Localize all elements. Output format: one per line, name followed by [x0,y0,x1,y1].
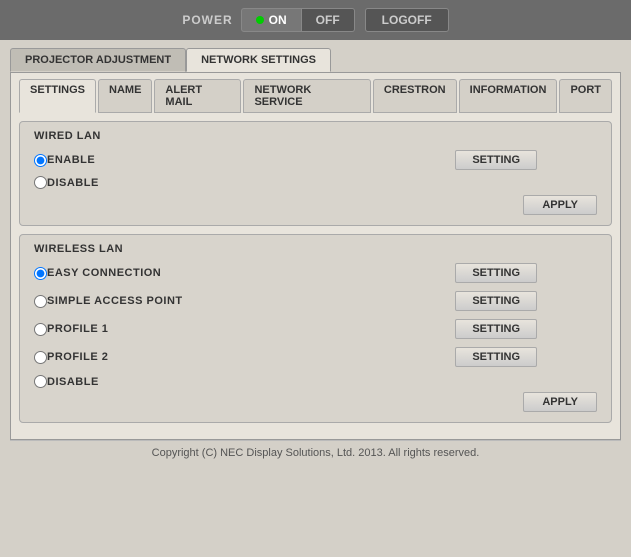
wired-enable-label: ENABLE [47,154,95,166]
wireless-profile2-label: PROFILE 2 [47,351,108,363]
wired-setting-btn-wrap: SETTING [455,150,537,170]
tab-settings[interactable]: SETTINGS [19,79,96,113]
wireless-profile2-setting-wrap: SETTING [455,347,537,367]
main-content: PROJECTOR ADJUSTMENT NETWORK SETTINGS SE… [0,40,631,471]
wireless-lan-title: WIRELESS LAN [34,243,597,255]
wireless-simple-setting-wrap: SETTING [455,291,537,311]
wireless-lan-section: WIRELESS LAN EASY CONNECTION SETTING SIM… [19,234,612,423]
footer-text: Copyright (C) NEC Display Solutions, Ltd… [152,447,480,459]
wireless-easy-row: EASY CONNECTION SETTING [34,263,597,283]
wireless-easy-setting-wrap: SETTING [455,263,537,283]
tab-name[interactable]: NAME [98,79,152,113]
wired-lan-title: WIRED LAN [34,130,597,142]
tab-container: SETTINGS NAME ALERT MAIL NETWORK SERVICE… [10,72,621,440]
wired-enable-radio[interactable] [34,154,47,167]
wireless-simple-label: SIMPLE ACCESS POINT [47,295,183,307]
wired-setting-button[interactable]: SETTING [455,150,537,170]
wired-enable-row: ENABLE SETTING [34,150,597,170]
wireless-easy-label: EASY CONNECTION [47,267,161,279]
wireless-profile2-radio[interactable] [34,351,47,364]
wireless-disable-radio[interactable] [34,375,47,388]
tab-alert-mail[interactable]: ALERT MAIL [154,79,241,113]
wireless-easy-radio[interactable] [34,267,47,280]
wireless-simple-row: SIMPLE ACCESS POINT SETTING [34,291,597,311]
wired-disable-row: DISABLE [34,176,597,189]
power-on-label: ON [269,13,287,27]
power-off-label: OFF [316,13,340,27]
wireless-profile1-label: PROFILE 1 [47,323,108,335]
wired-apply-row: APPLY [34,195,597,215]
wireless-simple-radio[interactable] [34,295,47,308]
logoff-button[interactable]: LOGOFF [365,8,449,32]
wireless-apply-button[interactable]: APPLY [523,392,597,412]
power-off-button[interactable]: OFF [302,8,355,32]
tab-network-settings[interactable]: NETWORK SETTINGS [186,48,331,72]
wireless-profile1-radio[interactable] [34,323,47,336]
footer: Copyright (C) NEC Display Solutions, Ltd… [10,440,621,463]
wireless-disable-label: DISABLE [47,376,99,388]
wired-lan-section: WIRED LAN ENABLE SETTING DISABLE APPLY [19,121,612,226]
power-on-indicator [256,16,264,24]
wired-disable-label: DISABLE [47,177,99,189]
tab-port[interactable]: PORT [559,79,612,113]
wired-disable-radio[interactable] [34,176,47,189]
wireless-profile1-setting-button[interactable]: SETTING [455,319,537,339]
wireless-simple-setting-button[interactable]: SETTING [455,291,537,311]
wireless-profile2-setting-button[interactable]: SETTING [455,347,537,367]
logoff-label: LOGOFF [382,13,432,27]
tab-crestron[interactable]: CRESTRON [373,79,457,113]
wireless-profile1-row: PROFILE 1 SETTING [34,319,597,339]
tab-network-service[interactable]: NETWORK SERVICE [243,79,370,113]
primary-tab-row: PROJECTOR ADJUSTMENT NETWORK SETTINGS [10,48,621,72]
tab-information[interactable]: INFORMATION [459,79,558,113]
wired-apply-button[interactable]: APPLY [523,195,597,215]
wireless-apply-row: APPLY [34,392,597,412]
power-label: POWER [182,13,232,27]
wireless-profile2-row: PROFILE 2 SETTING [34,347,597,367]
wireless-easy-setting-button[interactable]: SETTING [455,263,537,283]
tab-projector-adjustment[interactable]: PROJECTOR ADJUSTMENT [10,48,186,72]
power-bar: POWER ON OFF LOGOFF [0,0,631,40]
secondary-tab-row: SETTINGS NAME ALERT MAIL NETWORK SERVICE… [19,79,612,113]
power-on-button[interactable]: ON [241,8,302,32]
wireless-profile1-setting-wrap: SETTING [455,319,537,339]
wireless-disable-row: DISABLE [34,375,597,388]
